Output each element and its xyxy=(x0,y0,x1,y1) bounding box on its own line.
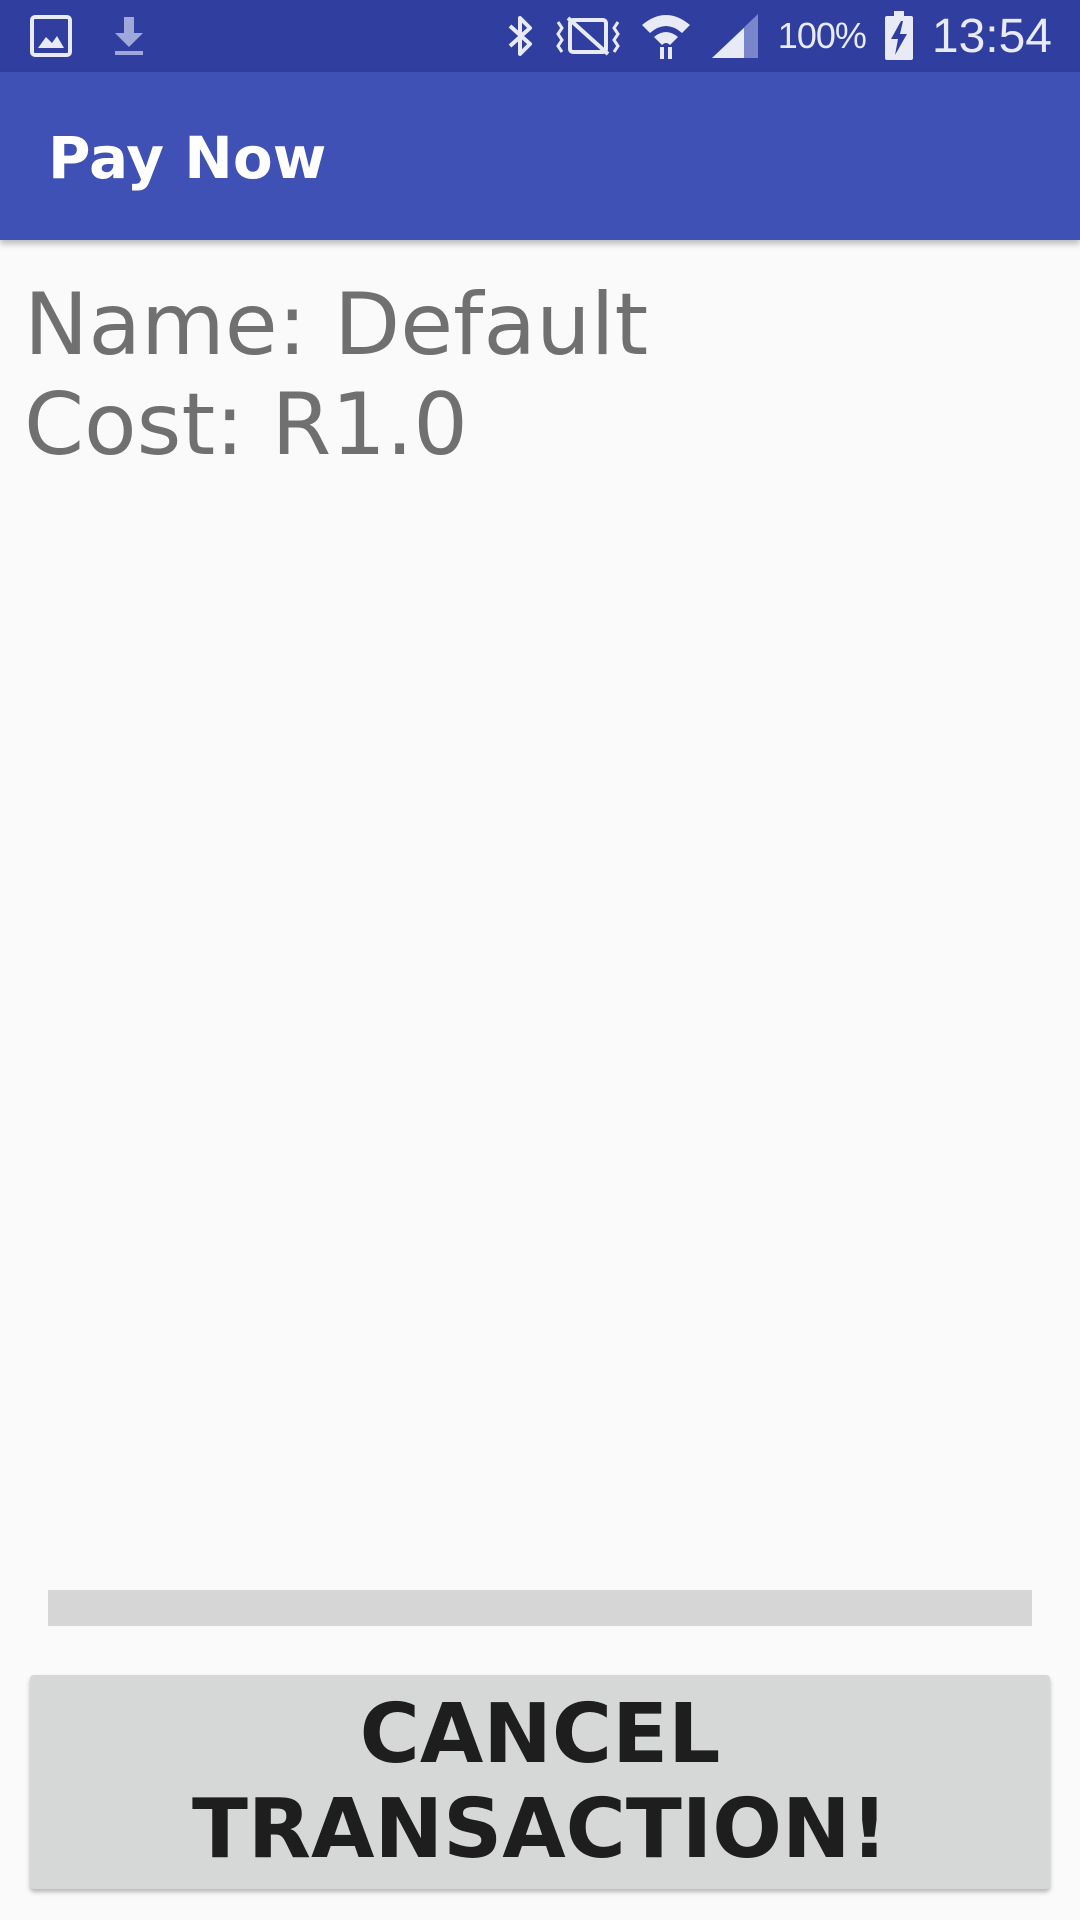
cancel-transaction-label: CANCEL TRANSACTION! xyxy=(191,1687,889,1877)
download-icon xyxy=(112,15,146,57)
transaction-details: Name: Default Cost: R1.0 xyxy=(24,275,648,475)
cost-label: Cost: R1.0 xyxy=(24,375,469,475)
signal-icon xyxy=(710,12,760,60)
status-bar: 100% 13:54 xyxy=(0,0,1080,72)
page-title: Pay Now xyxy=(48,124,327,192)
battery-charging-icon xyxy=(884,11,914,61)
app-bar: Pay Now xyxy=(0,72,1080,240)
status-right-icons: 100% 13:54 xyxy=(506,0,1052,72)
clock: 13:54 xyxy=(931,9,1052,63)
battery-percent: 100% xyxy=(777,15,867,56)
progress-bar xyxy=(48,1590,1032,1626)
status-left-icons xyxy=(30,10,146,62)
vibrate-icon xyxy=(554,14,622,58)
wifi-icon xyxy=(640,11,692,61)
bluetooth-icon xyxy=(506,12,536,60)
image-icon xyxy=(30,15,72,57)
name-label: Name: Default xyxy=(24,275,649,375)
cancel-transaction-button[interactable]: CANCEL TRANSACTION! xyxy=(30,1675,1050,1889)
